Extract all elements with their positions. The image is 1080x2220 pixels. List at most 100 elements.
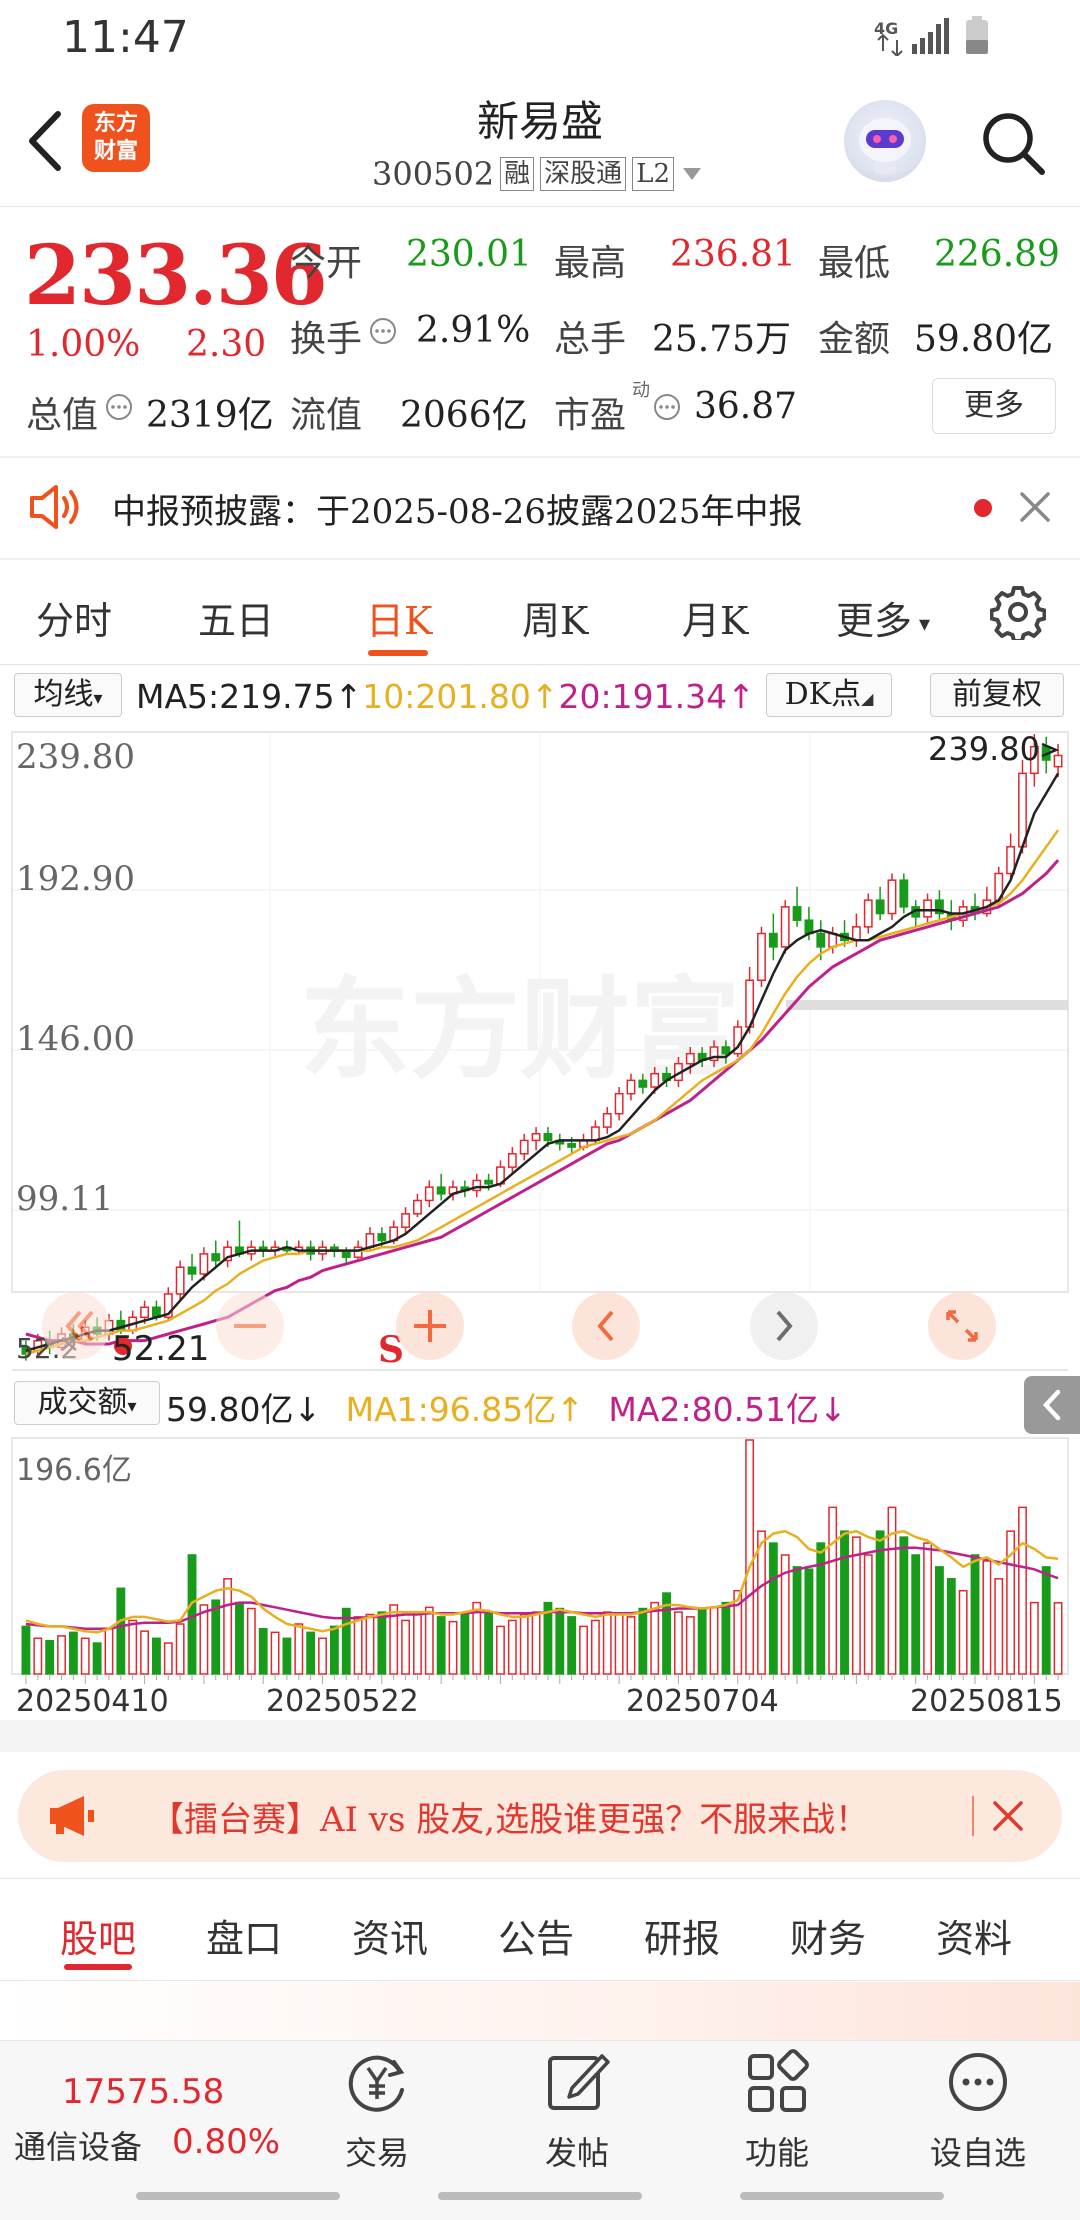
ma5-value: MA5:219.75↑ bbox=[136, 677, 363, 716]
candle-body-up bbox=[507, 1153, 517, 1168]
candle bbox=[211, 1240, 221, 1268]
tab-monthly-k[interactable]: 月K bbox=[682, 590, 748, 645]
candle-body-down bbox=[211, 1253, 221, 1262]
indicator-selector[interactable]: 均线▾ bbox=[14, 673, 122, 717]
candle-body-down bbox=[638, 1079, 648, 1088]
high-label: 最高 bbox=[554, 243, 627, 284]
divider bbox=[0, 1980, 1080, 1981]
kline-chart[interactable]: 东方财富 239.80 192.90 146.00 99.11 239.80 5… bbox=[0, 720, 1080, 1752]
candle-body-up bbox=[614, 1092, 624, 1115]
volume-bar-down bbox=[92, 1642, 102, 1675]
candle bbox=[424, 1180, 434, 1208]
banner-divider bbox=[972, 1796, 974, 1836]
notice-text[interactable]: 中报预披露：于2025-08-26披露2025年中报 bbox=[112, 484, 803, 533]
tab-announcements[interactable]: 公告 bbox=[498, 1908, 574, 1963]
candle-body-up bbox=[519, 1139, 529, 1155]
tab-profile[interactable]: 资料 bbox=[936, 1908, 1012, 1963]
volume-bar-up bbox=[923, 1542, 932, 1675]
candle-body-up bbox=[685, 1052, 695, 1065]
robot-avatar[interactable] bbox=[844, 100, 926, 182]
candle bbox=[235, 1220, 244, 1258]
candle-body-up bbox=[828, 932, 838, 948]
change-percent: 1.00% bbox=[26, 324, 141, 365]
tab-order-book[interactable]: 盘口 bbox=[206, 1908, 282, 1963]
price-axis-label: 192.90 bbox=[16, 859, 135, 899]
zoom-in-button bbox=[396, 1292, 464, 1360]
info-dots-icon[interactable] bbox=[104, 392, 134, 422]
nav-functions[interactable]: 功能 bbox=[718, 2128, 836, 2174]
signal-icon bbox=[912, 18, 949, 54]
price-axis-label: 146.00 bbox=[16, 1019, 135, 1059]
dropdown-triangle-icon: ▾ bbox=[127, 1396, 137, 1417]
volume-bar-down bbox=[187, 1554, 197, 1675]
candle-body-down bbox=[875, 899, 885, 915]
volume-bar-up bbox=[365, 1613, 375, 1675]
volume-legend: 59.80亿↓ MA1:96.85亿↑ MA2:80.51亿↓ bbox=[166, 1383, 847, 1431]
volume-bar-up bbox=[353, 1616, 363, 1675]
tab-weekly-k[interactable]: 周K bbox=[522, 590, 588, 645]
candle-body-down bbox=[899, 879, 909, 908]
volume-bar-up bbox=[424, 1606, 434, 1675]
volume-bar-down bbox=[899, 1536, 909, 1675]
tab-daily-k[interactable]: 日K bbox=[366, 590, 432, 645]
forum-preview-strip[interactable] bbox=[0, 1982, 1080, 2040]
gear-icon[interactable] bbox=[990, 584, 1046, 640]
candle bbox=[413, 1193, 422, 1218]
volume-bar-down bbox=[1041, 1566, 1051, 1675]
divider bbox=[0, 664, 1080, 665]
battery-icon bbox=[966, 16, 988, 54]
info-dots-icon[interactable] bbox=[652, 392, 682, 422]
volume-bar-up bbox=[175, 1623, 185, 1675]
volume-bar-down bbox=[946, 1578, 956, 1675]
volume-bar-up bbox=[80, 1637, 90, 1675]
close-icon[interactable] bbox=[990, 1798, 1026, 1834]
nav-trade[interactable]: 交易 bbox=[318, 2128, 436, 2174]
tab-intraday[interactable]: 分时 bbox=[36, 590, 112, 645]
nav-post[interactable]: 发帖 bbox=[518, 2128, 636, 2174]
compose-icon[interactable] bbox=[544, 2048, 612, 2116]
close-icon[interactable] bbox=[1018, 490, 1052, 524]
tab-more[interactable]: 更多 ▾ bbox=[836, 590, 930, 645]
robot-icon bbox=[859, 118, 911, 174]
info-dots-icon[interactable] bbox=[368, 316, 398, 346]
tab-five-day[interactable]: 五日 bbox=[198, 590, 274, 645]
low-label: 最低 bbox=[818, 243, 891, 284]
volume-bar-up bbox=[982, 1560, 992, 1675]
volume-bar-up bbox=[614, 1613, 624, 1675]
high-value: 236.81 bbox=[670, 234, 796, 275]
more-quote-button[interactable]: 更多 bbox=[932, 378, 1056, 434]
stock-subtitle[interactable]: 300502 融 深股通 L2 bbox=[372, 152, 704, 196]
dk-point-button[interactable]: DK点◢ bbox=[766, 673, 892, 717]
divider bbox=[0, 1878, 1080, 1879]
sector-index-value[interactable]: 17575.58 bbox=[62, 2072, 224, 2112]
volume-indicator-selector[interactable]: 成交额▾ bbox=[14, 1381, 160, 1425]
tab-financials[interactable]: 财务 bbox=[790, 1908, 866, 1963]
sector-name[interactable]: 通信设备 bbox=[14, 2122, 142, 2168]
volume-bar-down bbox=[377, 1611, 387, 1675]
active-tab-underline bbox=[64, 1964, 132, 1970]
adjust-button[interactable]: 前复权 bbox=[930, 673, 1064, 717]
sector-change[interactable]: 0.80% bbox=[172, 2122, 280, 2162]
ma-legend: MA5:219.75↑10:201.80↑20:191.34↑ bbox=[136, 677, 755, 716]
fullscreen-button bbox=[928, 1292, 996, 1360]
last-price: 233.36 bbox=[24, 228, 328, 324]
tab-news[interactable]: 资讯 bbox=[352, 1908, 428, 1963]
nav-add-watchlist[interactable]: 设自选 bbox=[910, 2128, 1046, 2174]
more-dots-icon[interactable] bbox=[944, 2048, 1012, 2116]
volume-bar-down bbox=[970, 1554, 980, 1675]
promo-text[interactable]: 【擂台赛】AI vs 股友,选股谁更强？不服来战！ bbox=[150, 1792, 869, 1841]
trade-icon[interactable] bbox=[342, 2048, 412, 2118]
apps-grid-icon[interactable] bbox=[744, 2048, 812, 2116]
gesture-bar bbox=[740, 2192, 944, 2200]
prev-button bbox=[572, 1292, 640, 1360]
search-icon[interactable] bbox=[978, 108, 1048, 178]
tab-forum[interactable]: 股吧 bbox=[60, 1908, 136, 1963]
candle bbox=[258, 1240, 268, 1258]
data-arrows-icon bbox=[877, 33, 903, 56]
candle bbox=[923, 893, 932, 924]
candle-body-up bbox=[199, 1253, 209, 1275]
tab-research[interactable]: 研报 bbox=[644, 1908, 720, 1963]
candle bbox=[401, 1207, 410, 1234]
candle bbox=[602, 1107, 612, 1134]
side-panel-toggle[interactable] bbox=[1024, 1376, 1080, 1434]
